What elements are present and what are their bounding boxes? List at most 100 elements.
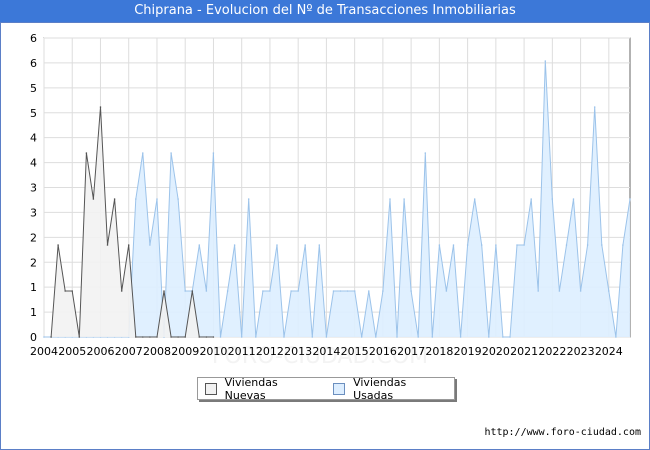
data-point-nuevas (149, 336, 151, 338)
y-tick-label: 6 (30, 32, 37, 45)
x-tick-label: 2004 (30, 345, 58, 358)
data-point-usadas (360, 336, 363, 338)
data-point-nuevas (170, 336, 172, 338)
data-point-nuevas (113, 198, 116, 200)
data-point-usadas (459, 336, 462, 338)
legend-label-usadas: Viviendas Usadas (353, 375, 407, 402)
data-point-usadas (389, 198, 391, 200)
x-tick-label: 2010 (199, 345, 227, 358)
data-point-usadas (149, 244, 151, 246)
data-point-usadas (572, 198, 575, 200)
data-point-usadas (255, 336, 257, 338)
data-point-usadas (346, 290, 349, 292)
y-tick-label: 1 (30, 281, 37, 294)
y-tick-label: 1 (30, 306, 37, 319)
data-point-usadas (622, 244, 624, 246)
y-tick-labels: 0 1 1 2 2 3 3 4 4 5 5 6 6 (30, 32, 37, 344)
data-point-usadas (368, 290, 370, 292)
data-point-nuevas (99, 106, 102, 108)
data-point-usadas (297, 290, 300, 292)
data-point-usadas (353, 290, 356, 292)
data-point-nuevas (191, 290, 194, 292)
x-tick-label: 2015 (341, 345, 369, 358)
data-point-usadas (586, 244, 589, 246)
data-point-usadas (177, 198, 179, 200)
legend-swatch-nuevas (205, 382, 217, 395)
data-point-usadas (502, 336, 504, 338)
data-point-usadas (558, 290, 561, 292)
data-point-usadas (382, 290, 384, 292)
data-point-usadas (332, 290, 335, 292)
y-tick-label: 6 (30, 57, 37, 70)
source-url[interactable]: http://www.foro-ciudad.com (484, 427, 641, 438)
data-point-usadas (523, 244, 525, 246)
data-point-usadas (311, 336, 314, 338)
data-point-nuevas (127, 244, 130, 246)
x-tick-label: 2009 (171, 345, 199, 358)
data-point-usadas (135, 198, 137, 200)
data-point-usadas (629, 198, 631, 200)
data-point-usadas (495, 244, 497, 246)
data-point-usadas (198, 244, 201, 246)
data-point-usadas (325, 336, 328, 338)
x-tick-label: 2007 (115, 345, 143, 358)
data-point-usadas (262, 290, 264, 292)
data-point-usadas (269, 290, 271, 292)
data-point-usadas (276, 244, 278, 246)
y-tick-label: 3 (30, 206, 37, 219)
y-tick-label: 2 (30, 231, 37, 244)
x-tick-label: 2012 (256, 345, 284, 358)
data-point-usadas (445, 290, 448, 292)
y-tick-label: 5 (30, 107, 37, 120)
data-point-usadas (417, 336, 420, 338)
data-point-nuevas (198, 336, 201, 338)
legend-label-nuevas: Viviendas Nuevas (224, 375, 278, 402)
data-point-usadas (516, 244, 518, 246)
data-point-nuevas (78, 336, 81, 338)
data-point-usadas (544, 60, 547, 62)
data-point-nuevas (163, 290, 165, 292)
data-point-nuevas (142, 336, 144, 338)
y-tick-label: 5 (30, 82, 37, 95)
data-point-usadas (466, 244, 469, 246)
data-point-nuevas (184, 336, 186, 338)
data-point-usadas (233, 244, 236, 246)
data-point-usadas (375, 336, 377, 338)
data-point-usadas (431, 336, 434, 338)
data-point-nuevas (64, 290, 66, 292)
y-tick-label: 2 (30, 256, 37, 269)
x-tick-label: 2018 (425, 345, 453, 358)
data-point-nuevas (205, 336, 208, 338)
data-point-nuevas (50, 336, 52, 338)
data-point-usadas (565, 244, 568, 246)
data-point-nuevas (92, 198, 95, 200)
data-point-usadas (480, 244, 483, 246)
legend-item-nuevas: Viviendas Nuevas (205, 376, 318, 402)
x-tick-label: 2013 (284, 345, 312, 358)
data-point-usadas (601, 244, 603, 246)
data-point-nuevas (71, 290, 73, 292)
data-point-nuevas (57, 244, 59, 246)
x-tick-label: 2005 (58, 345, 86, 358)
data-point-nuevas (135, 336, 137, 338)
data-point-usadas (339, 290, 342, 292)
data-point-usadas (551, 198, 554, 200)
data-point-usadas (184, 290, 186, 292)
data-point-nuevas (212, 336, 215, 338)
data-point-usadas (283, 336, 285, 338)
data-point-usadas (452, 244, 455, 246)
data-point-usadas (226, 290, 229, 292)
x-tick-label: 2023 (567, 345, 595, 358)
x-tick-label: 2022 (538, 345, 566, 358)
data-point-usadas (290, 290, 292, 292)
data-point-usadas (537, 290, 539, 292)
data-point-usadas (318, 244, 321, 246)
data-point-usadas (530, 198, 532, 200)
data-point-nuevas (120, 290, 123, 292)
data-point-usadas (593, 106, 596, 108)
x-tick-label: 2008 (143, 345, 171, 358)
x-tick-label: 2021 (510, 345, 538, 358)
legend-swatch-usadas (333, 382, 346, 395)
data-point-usadas (304, 244, 307, 246)
x-tick-labels: 2004 2005 2006 2007 2008 2009 2010 2011 2012 2013… (30, 345, 623, 358)
